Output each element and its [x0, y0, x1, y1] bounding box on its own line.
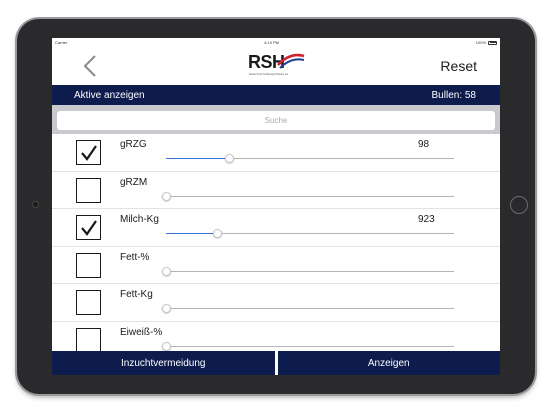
trait-row: Eiweiß-% [52, 322, 500, 354]
home-button[interactable] [510, 196, 528, 214]
trait-slider[interactable] [161, 191, 454, 201]
camera-icon [33, 202, 38, 207]
trait-row: Fett-Kg [52, 284, 500, 322]
checkmark-icon [80, 219, 97, 236]
filter-bar: Aktive anzeigen Bullen: 58 [52, 85, 500, 105]
clock-label: 4:19 PM [264, 40, 279, 45]
trait-label: Milch-Kg [120, 214, 159, 225]
trait-slider[interactable] [161, 266, 454, 276]
chevron-left-icon [83, 54, 96, 77]
status-bar: Carrier 4:19 PM 100% [52, 38, 500, 47]
slider-thumb[interactable] [161, 266, 171, 276]
trait-slider[interactable] [166, 154, 454, 163]
trait-label: Eiweiß-% [120, 326, 163, 338]
trait-label: Fett-Kg [120, 289, 153, 300]
show-active-toggle[interactable]: Aktive anzeigen [74, 90, 145, 101]
trait-slider[interactable] [161, 341, 454, 351]
app-screen: Carrier 4:19 PM 100% RSH Rinderzucht Sch… [52, 38, 500, 375]
logo-swoosh-icon [277, 53, 305, 69]
trait-label: gRZG [120, 139, 147, 150]
slider-thumb[interactable] [161, 304, 171, 313]
battery-icon [488, 40, 497, 45]
checkbox-checked[interactable] [76, 215, 101, 240]
reset-button[interactable]: Reset [440, 58, 477, 74]
navigation-bar: RSH Rinderzucht Schleswig-Holstein eG Re… [52, 47, 500, 84]
trait-row: Fett-% [52, 247, 500, 284]
battery-group: 100% [476, 40, 497, 45]
checkbox-checked[interactable] [76, 140, 101, 165]
trait-slider[interactable] [161, 304, 454, 313]
checkbox-unchecked[interactable] [76, 290, 101, 315]
bottom-bar: Inzuchtvermeidung Anzeigen [52, 351, 500, 375]
search-input[interactable] [57, 111, 495, 130]
trait-value: 98 [418, 139, 430, 150]
search-bar [52, 105, 500, 134]
checkbox-unchecked[interactable] [76, 327, 101, 353]
trait-row: gRZM [52, 172, 500, 209]
inbreeding-avoidance-button[interactable]: Inzuchtvermeidung [52, 351, 275, 375]
slider-fill [166, 158, 230, 159]
bull-count-label: Bullen: 58 [431, 89, 476, 101]
slider-thumb[interactable] [161, 191, 171, 201]
checkmark-icon [80, 144, 97, 161]
trait-row: Milch-Kg 923 [52, 209, 500, 247]
show-results-button[interactable]: Anzeigen [277, 351, 500, 375]
logo-subtitle: Rinderzucht Schleswig-Holstein eG [249, 73, 289, 76]
checkbox-unchecked[interactable] [76, 252, 101, 278]
trait-label: gRZM [120, 176, 148, 188]
trait-value: 923 [418, 214, 435, 225]
slider-fill [166, 233, 218, 234]
back-button[interactable] [70, 47, 110, 84]
trait-row: gRZG 98 [52, 134, 500, 172]
rsh-logo: RSH Rinderzucht Schleswig-Holstein eG [248, 52, 305, 79]
checkbox-unchecked[interactable] [76, 177, 101, 203]
carrier-label: Carrier [55, 40, 68, 45]
trait-list: gRZG 98 gRZM Milch-Kg 923 Fett-% Fett-Kg Eiweiß… [52, 134, 500, 353]
trait-label: Fett-% [120, 251, 150, 263]
slider-thumb[interactable] [213, 229, 223, 238]
battery-percent: 100% [475, 40, 486, 45]
slider-thumb[interactable] [161, 341, 171, 351]
trait-slider[interactable] [166, 229, 454, 238]
slider-thumb[interactable] [224, 154, 234, 163]
